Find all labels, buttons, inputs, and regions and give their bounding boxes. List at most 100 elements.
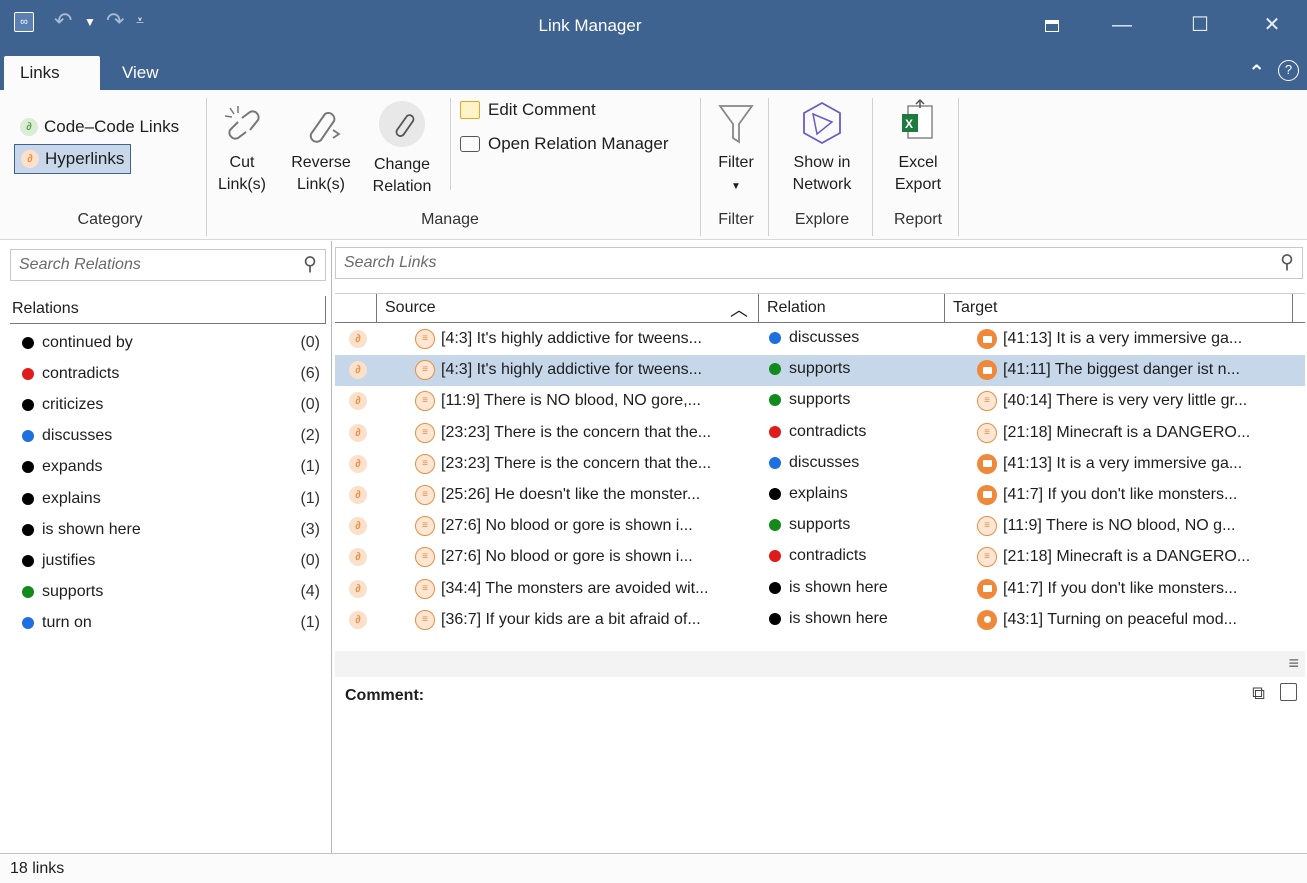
list-item[interactable]: contradicts (6) xyxy=(22,358,320,389)
source-text: [11:9] There is NO blood, NO gore,... xyxy=(441,392,701,410)
relation-count: (4) xyxy=(300,583,320,601)
source-text: [34:4] The monsters are avoided wit... xyxy=(441,579,709,597)
relation-text: discusses xyxy=(789,453,860,471)
report-label-1: Excel xyxy=(898,154,938,171)
video-quote-icon xyxy=(977,453,997,474)
relation-cell: supports xyxy=(769,516,850,534)
ribbon-tabs: Links View ⌃ ? xyxy=(0,56,1307,90)
list-item[interactable]: justifies (0) xyxy=(22,545,320,576)
minimize-button[interactable]: — xyxy=(1102,10,1142,40)
relation-color-dot xyxy=(769,550,781,563)
cut-links-button[interactable]: Cut Link(s) xyxy=(218,104,266,196)
table-row[interactable]: ∂ ≡ [23:23] There is the concern that the.… xyxy=(335,418,1305,449)
source-cell: ≡ [27:6] No blood or gore is shown i... xyxy=(415,547,755,568)
edit-comment-label: Edit Comment xyxy=(488,100,596,119)
relations-column-header[interactable]: Relations xyxy=(10,296,326,324)
hyperlinks-button[interactable]: ∂ Hyperlinks xyxy=(14,144,132,174)
icon-column-header[interactable] xyxy=(335,294,377,323)
table-row[interactable]: ∂ ≡ [4:3] It's highly addictive for tweens… xyxy=(335,355,1305,387)
relation-label: contradicts xyxy=(42,364,120,382)
source-cell: ≡ [4:3] It's highly addictive for tweens.… xyxy=(415,329,755,349)
excel-export-button[interactable]: X Excel Export xyxy=(884,98,952,196)
tab-view[interactable]: View xyxy=(106,56,175,90)
change-label-1: Change xyxy=(373,156,431,173)
target-text: [41:13] It is a very immersive ga... xyxy=(1003,454,1243,472)
relation-column-header[interactable]: Relation xyxy=(759,294,945,323)
collapse-ribbon-icon[interactable]: ⌃ xyxy=(1248,60,1265,85)
ribbon-separator xyxy=(700,98,701,236)
relation-label: turn on xyxy=(42,614,92,632)
open-external-icon[interactable]: ⧉ xyxy=(1252,683,1265,704)
relation-label: discusses xyxy=(42,427,113,445)
show-in-network-button[interactable]: Show in Network xyxy=(780,100,864,196)
maximize-button[interactable]: ☐ xyxy=(1180,10,1220,40)
table-row[interactable]: ∂ ≡ [36:7] If your kids are a bit afraid o… xyxy=(335,605,1305,636)
cut-label-2: Link(s) xyxy=(218,176,267,193)
search-icon[interactable]: ⚲ xyxy=(1280,251,1294,274)
ribbon-display-icon[interactable] xyxy=(1032,10,1072,40)
hyperlink-icon: ∂ xyxy=(349,485,367,504)
text-quote-icon: ≡ xyxy=(415,547,435,568)
source-text: [27:6] No blood or gore is shown i... xyxy=(441,548,693,566)
hyperlink-icon: ∂ xyxy=(349,454,367,473)
relation-color-dot xyxy=(22,398,34,411)
source-column-header[interactable]: Source ︿ xyxy=(377,294,759,323)
table-row[interactable]: ∂ ≡ [27:6] No blood or gore is shown i... s… xyxy=(335,511,1305,542)
video-quote-icon xyxy=(977,484,997,505)
menu-icon[interactable]: ≡ xyxy=(1288,653,1299,674)
target-cell: [43:1] Turning on peaceful mod... xyxy=(977,609,1302,630)
reverse-links-button[interactable]: Reverse Link(s) xyxy=(290,104,352,196)
source-text: [4:3] It's highly addictive for tweens..… xyxy=(441,361,702,379)
text-quote-icon: ≡ xyxy=(415,484,435,505)
relation-count: (0) xyxy=(300,333,320,351)
links-grid: ∂ ≡ [4:3] It's highly addictive for tweens… xyxy=(335,324,1305,636)
table-row[interactable]: ∂ ≡ [11:9] There is NO blood, NO gore,... s… xyxy=(335,386,1305,417)
target-text: [43:1] Turning on peaceful mod... xyxy=(1003,610,1237,628)
table-row[interactable]: ∂ ≡ [4:3] It's highly addictive for tweens… xyxy=(335,324,1305,355)
relation-label: expands xyxy=(42,458,103,476)
table-row[interactable]: ∂ ≡ [25:26] He doesn't like the monster...… xyxy=(335,480,1305,511)
table-row[interactable]: ∂ ≡ [34:4] The monsters are avoided wit...… xyxy=(335,574,1305,605)
list-item[interactable]: discusses (2) xyxy=(22,421,320,452)
ribbon-separator xyxy=(958,98,959,236)
list-item[interactable]: criticizes (0) xyxy=(22,389,320,420)
search-icon[interactable]: ⚲ xyxy=(303,253,317,276)
group-label-explore: Explore xyxy=(794,211,850,228)
relation-cell: contradicts xyxy=(769,547,866,565)
relations-search-input[interactable]: Search Relations ⚲ xyxy=(10,249,326,281)
relation-text: supports xyxy=(789,516,851,534)
network-icon xyxy=(803,101,841,145)
list-item[interactable]: is shown here (3) xyxy=(22,514,320,545)
target-cell: [41:7] If you don't like monsters... xyxy=(977,578,1302,599)
list-item[interactable]: turn on (1) xyxy=(22,608,320,639)
change-relation-button[interactable]: Change Relation xyxy=(366,100,438,198)
relation-label: continued by xyxy=(42,333,133,351)
open-relation-manager-button[interactable]: Open Relation Manager xyxy=(460,134,669,154)
table-row[interactable]: ∂ ≡ [23:23] There is the concern that the.… xyxy=(335,449,1305,480)
relation-text: contradicts xyxy=(789,547,867,565)
links-search-input[interactable]: Search Links ⚲ xyxy=(335,247,1303,279)
table-row[interactable]: ∂ ≡ [27:6] No blood or gore is shown i... c… xyxy=(335,542,1305,573)
cut-label-1: Cut xyxy=(229,154,255,171)
filter-button[interactable]: Filter ▼ xyxy=(710,102,762,198)
list-item[interactable]: expands (1) xyxy=(22,452,320,483)
source-cell: ≡ [34:4] The monsters are avoided wit... xyxy=(415,578,755,599)
hyperlink-icon: ∂ xyxy=(349,330,367,348)
save-icon[interactable] xyxy=(1280,683,1297,701)
help-icon[interactable]: ? xyxy=(1278,60,1299,81)
code-code-links-button[interactable]: ∂ Code–Code Links xyxy=(14,112,185,142)
change-relation-icon xyxy=(379,101,425,147)
hyperlink-icon: ∂ xyxy=(349,392,367,411)
list-item[interactable]: explains (1) xyxy=(22,483,320,514)
source-text: [27:6] No blood or gore is shown i... xyxy=(441,517,693,535)
target-column-header[interactable]: Target xyxy=(945,294,1293,323)
relation-label: is shown here xyxy=(42,520,141,538)
filter-dropdown-icon: ▼ xyxy=(731,181,741,192)
list-item[interactable]: continued by (0) xyxy=(22,327,320,358)
close-button[interactable]: ✕ xyxy=(1252,10,1292,40)
list-item[interactable]: supports (4) xyxy=(22,577,320,608)
target-cell: ≡ [11:9] There is NO blood, NO g... xyxy=(977,516,1302,537)
edit-comment-button[interactable]: Edit Comment xyxy=(460,100,596,120)
tab-links[interactable]: Links xyxy=(4,56,100,90)
text-quote-icon: ≡ xyxy=(415,422,435,443)
